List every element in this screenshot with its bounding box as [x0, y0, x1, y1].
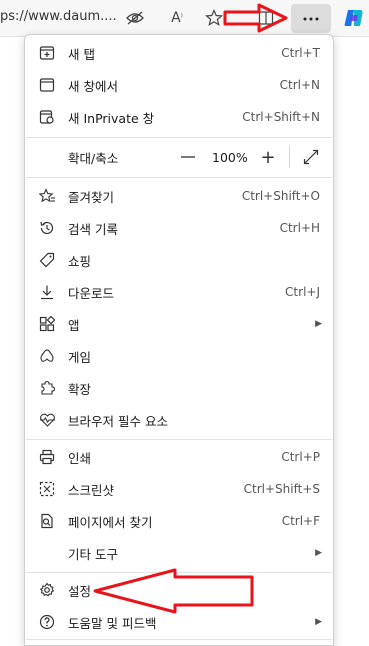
divider — [26, 572, 332, 573]
browser-toolbar: ps://www.daum.... A ⁾ — [0, 0, 369, 37]
new-tab-icon — [37, 43, 57, 63]
browser-settings-menu: 새 탭 Ctrl+T 새 창에서 Ctrl+N 새 InPrivate 창 Ct… — [24, 34, 334, 646]
split-screen-icon[interactable] — [254, 7, 278, 29]
menu-item-games[interactable]: 게임 — [26, 340, 332, 372]
menu-item-find-on-page[interactable]: 페이지에서 찾기 Ctrl+F — [26, 505, 332, 537]
menu-item-history[interactable]: 검색 기록 Ctrl+H — [26, 212, 332, 244]
shortcut-text: Ctrl+Shift+O — [241, 189, 320, 203]
menu-item-new-window[interactable]: 새 창에서 Ctrl+N — [26, 69, 332, 101]
menu-item-label: 게임 — [68, 349, 92, 365]
menu-item-print[interactable]: 인쇄 Ctrl+P — [26, 441, 332, 473]
favorite-star-icon[interactable] — [202, 7, 226, 29]
menu-item-label: 설정 — [68, 583, 92, 599]
menu-item-new-inprivate[interactable]: 새 InPrivate 창 Ctrl+Shift+N — [26, 101, 332, 133]
puzzle-icon — [37, 378, 57, 398]
menu-item-label: 도움말 및 피드백 — [68, 615, 157, 631]
zoom-label: 확대/축소 — [68, 150, 119, 166]
menu-item-label: 쇼핑 — [68, 253, 92, 269]
history-icon — [37, 218, 57, 238]
download-icon — [37, 282, 57, 302]
menu-item-downloads[interactable]: 다운로드 Ctrl+J — [26, 276, 332, 308]
divider — [26, 177, 332, 178]
gear-icon — [37, 580, 57, 600]
shortcut-text: Ctrl+H — [279, 221, 320, 235]
more-icon[interactable] — [291, 4, 331, 33]
menu-item-shopping[interactable]: 쇼핑 — [26, 244, 332, 276]
chevron-right-icon: ▶ — [315, 319, 322, 329]
shortcut-text: Ctrl+F — [281, 514, 320, 528]
menu-item-label: 다운로드 — [68, 285, 115, 301]
menu-item-label: 새 탭 — [68, 46, 95, 62]
help-icon — [37, 612, 57, 632]
copilot-icon[interactable] — [343, 7, 365, 29]
screenshot-icon — [37, 479, 57, 499]
divider — [26, 439, 332, 440]
shortcut-text: Ctrl+T — [281, 46, 320, 60]
games-icon — [37, 346, 57, 366]
zoom-divider — [289, 146, 290, 168]
menu-item-screenshot[interactable]: 스크린샷 Ctrl+Shift+S — [26, 473, 332, 505]
menu-item-label: 스크린샷 — [68, 482, 115, 498]
inprivate-icon — [37, 107, 57, 127]
menu-item-apps[interactable]: 앱 ▶ — [26, 308, 332, 340]
printer-icon — [37, 447, 57, 467]
menu-item-label: 인쇄 — [68, 450, 92, 466]
zoom-out-button[interactable] — [177, 146, 199, 168]
menu-item-help-feedback[interactable]: 도움말 및 피드백 ▶ — [26, 606, 332, 638]
heart-pulse-icon — [37, 410, 57, 430]
shortcut-text: Ctrl+J — [285, 285, 320, 299]
shortcut-text: Ctrl+N — [279, 78, 320, 92]
divider — [26, 137, 332, 138]
read-aloud-icon[interactable]: A ⁾ — [165, 7, 189, 29]
menu-item-label: 브라우저 필수 요소 — [68, 413, 168, 429]
divider — [26, 639, 332, 640]
menu-item-favorites[interactable]: 즐겨찾기 Ctrl+Shift+O — [26, 180, 332, 212]
shortcut-text: Ctrl+Shift+S — [243, 482, 320, 496]
zoom-in-button[interactable]: + — [257, 146, 279, 168]
fullscreen-icon[interactable] — [300, 146, 322, 168]
zoom-value: 100% — [212, 150, 248, 165]
chevron-right-icon: ▶ — [315, 617, 322, 627]
shortcut-text: Ctrl+Shift+N — [242, 110, 320, 124]
menu-item-label: 새 창에서 — [68, 78, 118, 94]
find-page-icon — [37, 511, 57, 531]
menu-item-browser-essentials[interactable]: 브라우저 필수 요소 — [26, 404, 332, 436]
menu-item-settings[interactable]: 설정 — [26, 574, 332, 606]
favorites-star-icon — [37, 186, 57, 206]
eye-off-icon[interactable] — [123, 7, 147, 29]
menu-item-label: 앱 — [68, 317, 80, 333]
menu-item-label: 검색 기록 — [68, 221, 118, 237]
menu-item-new-tab[interactable]: 새 탭 Ctrl+T — [26, 37, 332, 69]
menu-item-more-tools[interactable]: 기타 도구 ▶ — [26, 537, 332, 569]
address-bar-url[interactable]: ps://www.daum.... — [0, 9, 117, 24]
shortcut-text: Ctrl+P — [281, 450, 320, 464]
menu-item-label: 새 InPrivate 창 — [68, 110, 155, 126]
chevron-right-icon: ▶ — [315, 548, 322, 558]
menu-item-zoom: 확대/축소 100% + — [26, 139, 332, 175]
apps-icon — [37, 314, 57, 334]
menu-item-label: 확장 — [68, 381, 92, 397]
shopping-tag-icon — [37, 250, 57, 270]
menu-item-extensions[interactable]: 확장 — [26, 372, 332, 404]
window-icon — [37, 75, 57, 95]
menu-item-label: 기타 도구 — [68, 546, 118, 562]
menu-item-label: 페이지에서 찾기 — [68, 514, 153, 530]
menu-item-label: 즐겨찾기 — [68, 189, 115, 205]
